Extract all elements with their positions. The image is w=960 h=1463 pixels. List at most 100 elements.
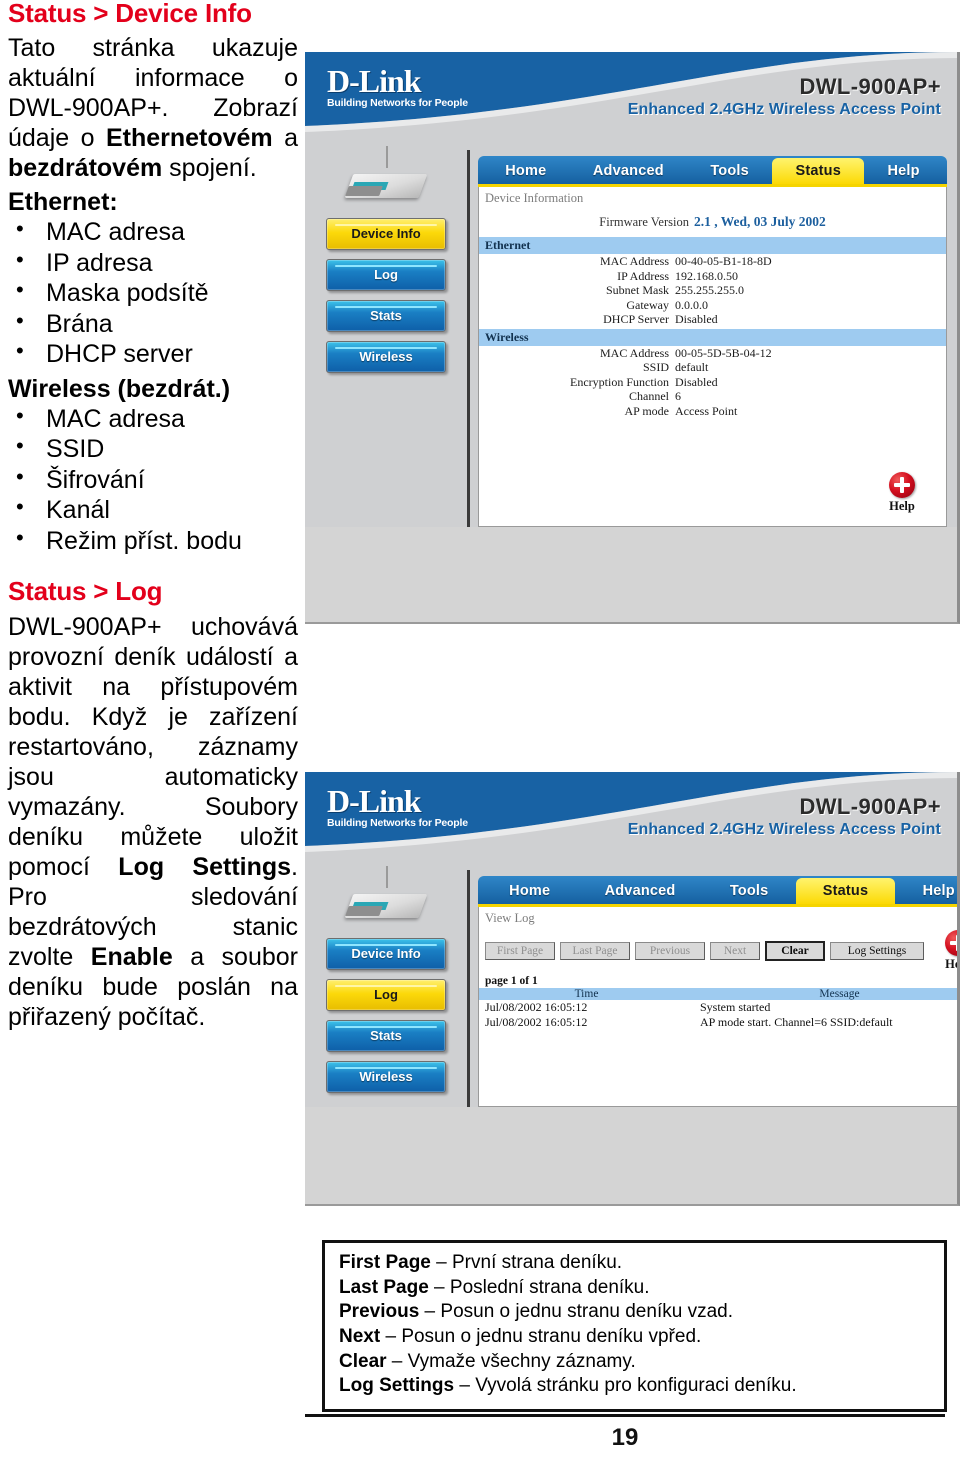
legend-term: Next bbox=[339, 1326, 381, 1348]
section-heading-device-info: Status > Device Info bbox=[8, 0, 252, 28]
legend-term: First Page bbox=[339, 1252, 431, 1273]
sidebar-item-device-info[interactable]: Device Info bbox=[326, 938, 446, 970]
table-row: IP Address 192.168.0.50 bbox=[479, 269, 946, 284]
sidebar-item-log[interactable]: Log bbox=[326, 979, 446, 1011]
tab-advanced[interactable]: Advanced bbox=[570, 158, 687, 184]
list-item: DHCP server bbox=[8, 338, 298, 370]
tab-help[interactable]: Help bbox=[864, 158, 943, 184]
sidebar-item-wireless[interactable]: Wireless bbox=[326, 1061, 446, 1093]
dlink-tagline: Building Networks for People bbox=[327, 817, 468, 829]
field-label: IP Address bbox=[617, 268, 669, 283]
legend-row: Clear – Vymaže všechny záznamy. bbox=[339, 1350, 934, 1375]
field-label: Channel bbox=[629, 389, 669, 403]
access-point-image bbox=[343, 146, 429, 208]
tab-tools[interactable]: Tools bbox=[687, 158, 772, 184]
panel-title: View Log bbox=[485, 911, 535, 925]
legend-row: Next – Posun o jednu stranu deníku vpřed… bbox=[339, 1325, 934, 1350]
table-row: Channel 6 bbox=[479, 389, 946, 404]
help-button[interactable]: Help bbox=[872, 472, 932, 514]
legend-dash: – bbox=[380, 1326, 402, 1348]
legend-row: Last Page – Poslední strana deníku. bbox=[339, 1276, 934, 1301]
device-info-panel: Device Information Firmware Version 2.1 ,… bbox=[478, 187, 947, 527]
help-button[interactable]: Help bbox=[935, 930, 960, 972]
antenna-shape bbox=[386, 866, 388, 888]
wireless-subheading: Wireless (bezdrát.) bbox=[8, 374, 231, 403]
legend-term: Clear bbox=[339, 1350, 387, 1372]
log-message: System started bbox=[700, 1000, 771, 1014]
legend-row: Previous – Posun o jednu stranu deníku v… bbox=[339, 1300, 934, 1325]
first-page-button[interactable]: First Page bbox=[485, 942, 555, 960]
device-front-shape bbox=[345, 906, 383, 916]
list-item: MAC adresa bbox=[8, 403, 298, 435]
field-value: 192.168.0.50 bbox=[675, 268, 738, 283]
table-row: Jul/08/2002 16:05:12 System started bbox=[479, 1000, 957, 1015]
sidebar-item-log[interactable]: Log bbox=[326, 259, 446, 291]
legend-description: Posun o jednu stranu deníku vpřed. bbox=[401, 1326, 702, 1348]
log-settings-button[interactable]: Log Settings bbox=[830, 942, 924, 960]
legend-dash: – bbox=[454, 1375, 476, 1397]
next-button[interactable]: Next bbox=[710, 942, 760, 960]
firmware-value: 2.1 , Wed, 03 July 2002 bbox=[693, 214, 826, 229]
list-item: Brána bbox=[8, 308, 298, 340]
tab-home[interactable]: Home bbox=[482, 158, 570, 184]
table-row: SSID default bbox=[479, 360, 946, 375]
model-subtitle: Enhanced 2.4GHz Wireless Access Point bbox=[627, 821, 941, 838]
dlink-logo-text: D-Link bbox=[327, 63, 422, 99]
sidebar-item-device-info[interactable]: Device Info bbox=[326, 218, 446, 250]
list-item: Režim příst. bodu bbox=[8, 525, 298, 557]
dlink-logo-text: D-Link bbox=[327, 783, 422, 819]
previous-button[interactable]: Previous bbox=[635, 942, 705, 960]
list-item: IP adresa bbox=[8, 247, 298, 279]
firmware-row: Firmware Version 2.1 , Wed, 03 July 2002 bbox=[479, 208, 946, 237]
dlink-tagline: Building Networks for People bbox=[327, 97, 468, 109]
legend-term: Last Page bbox=[339, 1276, 429, 1298]
router-ui-banner: D-Link Building Networks for People DWL-… bbox=[305, 772, 957, 870]
clear-button[interactable]: Clear bbox=[765, 941, 825, 961]
dlink-logo: D-Link Building Networks for People bbox=[327, 63, 468, 109]
model-subtitle: Enhanced 2.4GHz Wireless Access Point bbox=[627, 101, 941, 118]
table-row: AP mode Access Point bbox=[479, 404, 946, 419]
field-label: MAC Address bbox=[599, 345, 669, 360]
field-value: Disabled bbox=[675, 312, 718, 326]
tab-help[interactable]: Help bbox=[895, 878, 957, 904]
log-table-header: Time Message bbox=[479, 988, 957, 1000]
tab-home[interactable]: Home bbox=[482, 878, 577, 904]
panel-title: Device Information bbox=[485, 191, 584, 205]
legend-dash: – bbox=[430, 1252, 452, 1273]
device-front-shape bbox=[345, 186, 383, 196]
sidebar: Device Info Log Stats Wireless bbox=[305, 866, 470, 1107]
legend-description: Poslední strana deníku. bbox=[449, 1276, 650, 1298]
group-header-ethernet: Ethernet bbox=[479, 237, 946, 254]
tab-advanced[interactable]: Advanced bbox=[577, 878, 702, 904]
dlink-logo: D-Link Building Networks for People bbox=[327, 783, 468, 829]
tab-tools[interactable]: Tools bbox=[703, 878, 796, 904]
sidebar: Device Info Log Stats Wireless bbox=[305, 146, 470, 527]
sidebar-item-wireless[interactable]: Wireless bbox=[326, 341, 446, 373]
table-row: MAC Address 00-05-5D-5B-04-12 bbox=[479, 346, 946, 361]
log-panel: View Log First Page Last Page Previous N… bbox=[478, 907, 960, 1107]
sidebar-item-stats[interactable]: Stats bbox=[326, 1020, 446, 1052]
field-label: MAC Address bbox=[599, 254, 669, 268]
model-identity: DWL-900AP+ Enhanced 2.4GHz Wireless Acce… bbox=[628, 74, 941, 119]
section-paragraph-device-info: Tato stránka ukazuje aktuální informace … bbox=[8, 34, 298, 183]
field-value: default bbox=[675, 360, 709, 374]
legend-dash: – bbox=[386, 1350, 408, 1372]
legend-description: Posun o jednu stranu deníku vzad. bbox=[440, 1301, 733, 1323]
help-label: Help bbox=[945, 957, 960, 971]
last-page-button[interactable]: Last Page bbox=[560, 942, 630, 960]
antenna-shape bbox=[386, 146, 388, 168]
sidebar-item-stats[interactable]: Stats bbox=[326, 300, 446, 332]
field-value: Access Point bbox=[675, 403, 738, 418]
list-item: MAC adresa bbox=[8, 216, 298, 248]
legend-description: První strana deníku. bbox=[452, 1252, 623, 1273]
tab-status[interactable]: Status bbox=[772, 158, 865, 184]
manual-page: Status > Device Info Tato stránka ukazuj… bbox=[0, 0, 960, 1463]
section-heading-log: Status > Log bbox=[8, 576, 163, 607]
page-number: 19 bbox=[611, 1424, 639, 1451]
tab-bar: Home Advanced Tools Status Help bbox=[478, 156, 947, 184]
legend-row: First Page – První strana deníku. bbox=[339, 1251, 934, 1276]
field-value: Disabled bbox=[675, 374, 718, 389]
list-item: Kanál bbox=[8, 494, 298, 526]
field-label: AP mode bbox=[624, 403, 669, 418]
tab-status[interactable]: Status bbox=[795, 878, 896, 904]
